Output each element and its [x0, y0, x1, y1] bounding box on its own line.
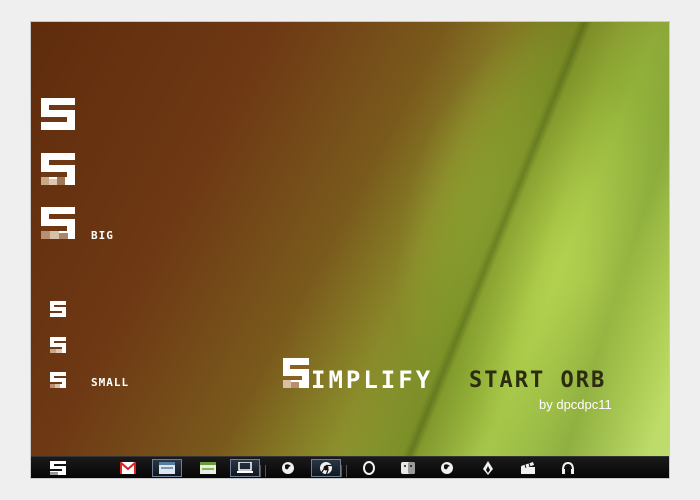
firefox-taskbar-button[interactable]	[275, 459, 301, 477]
firefox2-taskbar-button[interactable]	[434, 459, 460, 477]
small-orb-pressed-icon[interactable]	[50, 372, 66, 388]
gmail-taskbar-button[interactable]	[115, 459, 141, 477]
simplify-title: IMPLIFY	[283, 358, 433, 394]
flame-icon	[483, 461, 493, 475]
window-icon	[159, 462, 175, 474]
taskbar	[31, 456, 669, 478]
big-orb-pressed-icon[interactable]	[41, 207, 75, 239]
opera-taskbar-button[interactable]	[356, 459, 382, 477]
desktop-frame: BIG SMALL IMPLIFY START ORB by dpcdpc11	[30, 21, 670, 479]
app-taskbar-button[interactable]	[195, 459, 221, 477]
title-s-logo-icon	[283, 358, 309, 394]
finder-taskbar-button[interactable]	[395, 459, 421, 477]
opera-icon	[363, 461, 375, 475]
computer-taskbar-button[interactable]	[230, 459, 260, 477]
start-orb-taskbar[interactable]	[45, 459, 71, 477]
big-orb-hover-icon[interactable]	[41, 153, 75, 185]
small-orb-normal-icon[interactable]	[50, 301, 66, 317]
vlc-taskbar-button[interactable]	[475, 459, 501, 477]
s-orb-icon	[50, 461, 66, 475]
title-text: IMPLIFY	[311, 366, 434, 394]
headphones-taskbar-button[interactable]	[555, 459, 581, 477]
taskbar-grip	[260, 465, 266, 477]
taskbar-grip	[341, 465, 347, 477]
finder-icon	[401, 462, 415, 474]
firefox-icon	[282, 462, 294, 474]
start-orb-subtitle: START ORB	[469, 368, 607, 393]
app-window-icon	[200, 462, 216, 474]
chrome-taskbar-button[interactable]	[311, 459, 341, 477]
chrome-icon	[320, 462, 332, 475]
small-orb-hover-icon[interactable]	[50, 337, 66, 353]
big-orb-normal-icon[interactable]	[41, 98, 75, 130]
clapper-taskbar-button[interactable]	[515, 459, 541, 477]
author-credit: by dpcdpc11	[539, 397, 612, 412]
gmail-icon	[120, 462, 136, 474]
window-taskbar-button[interactable]	[152, 459, 182, 477]
headphones-icon	[562, 461, 574, 474]
laptop-icon	[237, 462, 253, 473]
small-label: SMALL	[91, 376, 130, 389]
clapperboard-icon	[521, 462, 535, 474]
big-label: BIG	[91, 229, 114, 242]
firefox-icon	[441, 462, 453, 474]
